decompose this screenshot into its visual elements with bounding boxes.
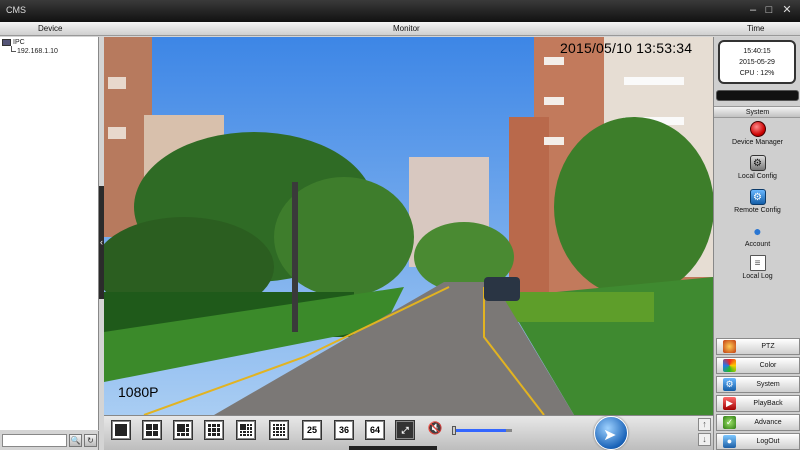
- color-icon: [723, 359, 736, 372]
- system-section-heading: System: [714, 106, 800, 118]
- playback-icon: ▶: [723, 397, 736, 410]
- clock-box: 15:40:15 2015-05-29 CPU : 12%: [718, 40, 796, 84]
- osd-datetime: 2015/05/10 13:53:34: [560, 40, 693, 56]
- title-bar: CMS – □ ✕: [0, 0, 800, 22]
- layout-9-button[interactable]: [204, 420, 224, 440]
- window-title: CMS: [6, 5, 26, 15]
- maximize-icon[interactable]: □: [762, 3, 776, 17]
- mute-speaker-icon[interactable]: 🔇: [427, 421, 443, 437]
- header-monitor: Monitor: [393, 24, 420, 33]
- logout-label: LogOut: [756, 438, 780, 445]
- layout-25-button[interactable]: 25: [302, 420, 322, 440]
- account-icon: ●: [753, 223, 762, 239]
- advance-icon: ✓: [723, 416, 736, 429]
- status-bar: [716, 90, 799, 101]
- system-icon: ⚙: [723, 378, 736, 391]
- color-label: Color: [759, 362, 777, 369]
- device-tree-panel: IPC 192.168.1.10: [0, 37, 99, 430]
- advance-label: Advance: [754, 419, 782, 426]
- playback-label: PlayBack: [753, 400, 783, 407]
- playback-button[interactable]: ▶ PlayBack: [716, 395, 800, 412]
- local-log-button[interactable]: ≡ Local Log: [714, 255, 800, 280]
- page-down-icon[interactable]: ↓: [698, 433, 711, 446]
- volume-slider[interactable]: [452, 426, 512, 435]
- volume-knob[interactable]: [452, 426, 456, 435]
- device-tree-root[interactable]: IPC: [2, 39, 25, 46]
- control-panel: 15:40:15 2015-05-29 CPU : 12% System Dev…: [713, 37, 800, 450]
- device-manager-icon: [749, 121, 766, 137]
- layout-1-button[interactable]: [111, 420, 131, 440]
- layout-9-alt-button[interactable]: [236, 420, 256, 440]
- video-view[interactable]: 2015/05/10 13:53:34 1080P: [104, 37, 713, 415]
- account-label: Account: [744, 241, 771, 248]
- refresh-icon[interactable]: ↻: [84, 434, 97, 447]
- cms-window: CMS – □ ✕ Device Monitor Time IPC 192.16…: [0, 0, 800, 450]
- ptz-icon: [723, 340, 736, 353]
- layout-64-button[interactable]: 64: [365, 420, 385, 440]
- layout-16-button[interactable]: [269, 420, 289, 440]
- device-search-bar: 🔍 ↻: [0, 431, 99, 450]
- remote-config-icon: ⚙: [749, 189, 766, 205]
- cpu-usage: CPU : 12%: [739, 70, 775, 77]
- ipc-group-icon: [2, 39, 11, 46]
- local-log-icon: ≡: [749, 255, 766, 271]
- clock-time: 15:40:15: [743, 48, 771, 55]
- system-label: System: [756, 381, 780, 388]
- color-button[interactable]: Color: [716, 357, 800, 374]
- minimize-icon[interactable]: –: [746, 3, 760, 17]
- system-button[interactable]: ⚙ System: [716, 376, 800, 393]
- device-tree-item[interactable]: 192.168.1.10: [17, 48, 58, 55]
- device-search-input[interactable]: [2, 434, 67, 447]
- ptz-button[interactable]: PTZ: [716, 338, 800, 355]
- fullscreen-icon[interactable]: ⤢: [395, 420, 415, 440]
- column-header-bar: Device Monitor Time: [0, 22, 800, 36]
- video-toolbar: 25 36 64 ⤢ 🔇 ➤ ↑ ↓: [104, 415, 713, 450]
- camera-scene: [104, 37, 713, 415]
- account-button[interactable]: ● Account: [714, 223, 800, 248]
- logout-button[interactable]: ● LogOut: [716, 433, 800, 450]
- ptz-label: PTZ: [761, 343, 775, 350]
- remote-config-button[interactable]: ⚙ Remote Config: [714, 189, 800, 214]
- local-log-label: Local Log: [742, 273, 773, 280]
- logout-icon: ●: [723, 435, 736, 448]
- clock-date: 2015-05-29: [739, 59, 775, 66]
- advance-button[interactable]: ✓ Advance: [716, 414, 800, 431]
- page-up-icon[interactable]: ↑: [698, 418, 711, 431]
- device-manager-label: Device Manager: [732, 139, 783, 146]
- local-config-label: Local Config: [738, 173, 777, 180]
- layout-4-button[interactable]: [142, 420, 162, 440]
- close-icon[interactable]: ✕: [780, 3, 794, 17]
- tree-connector: [11, 46, 16, 52]
- layout-6-button[interactable]: [173, 420, 193, 440]
- header-device: Device: [38, 24, 63, 33]
- local-config-icon: ⚙: [749, 155, 766, 171]
- search-icon[interactable]: 🔍: [69, 434, 82, 447]
- volume-fill: [454, 429, 507, 432]
- toolbar-scroll-indicator: [349, 446, 437, 450]
- remote-config-label: Remote Config: [734, 207, 781, 214]
- osd-resolution: 1080P: [118, 384, 159, 400]
- header-time: Time: [747, 24, 765, 33]
- local-config-button[interactable]: ⚙ Local Config: [714, 155, 800, 180]
- device-tree-root-label: IPC: [13, 39, 25, 46]
- layout-36-button[interactable]: 36: [334, 420, 354, 440]
- device-manager-button[interactable]: Device Manager: [714, 121, 800, 146]
- ptz-globe-icon[interactable]: ➤: [594, 416, 628, 450]
